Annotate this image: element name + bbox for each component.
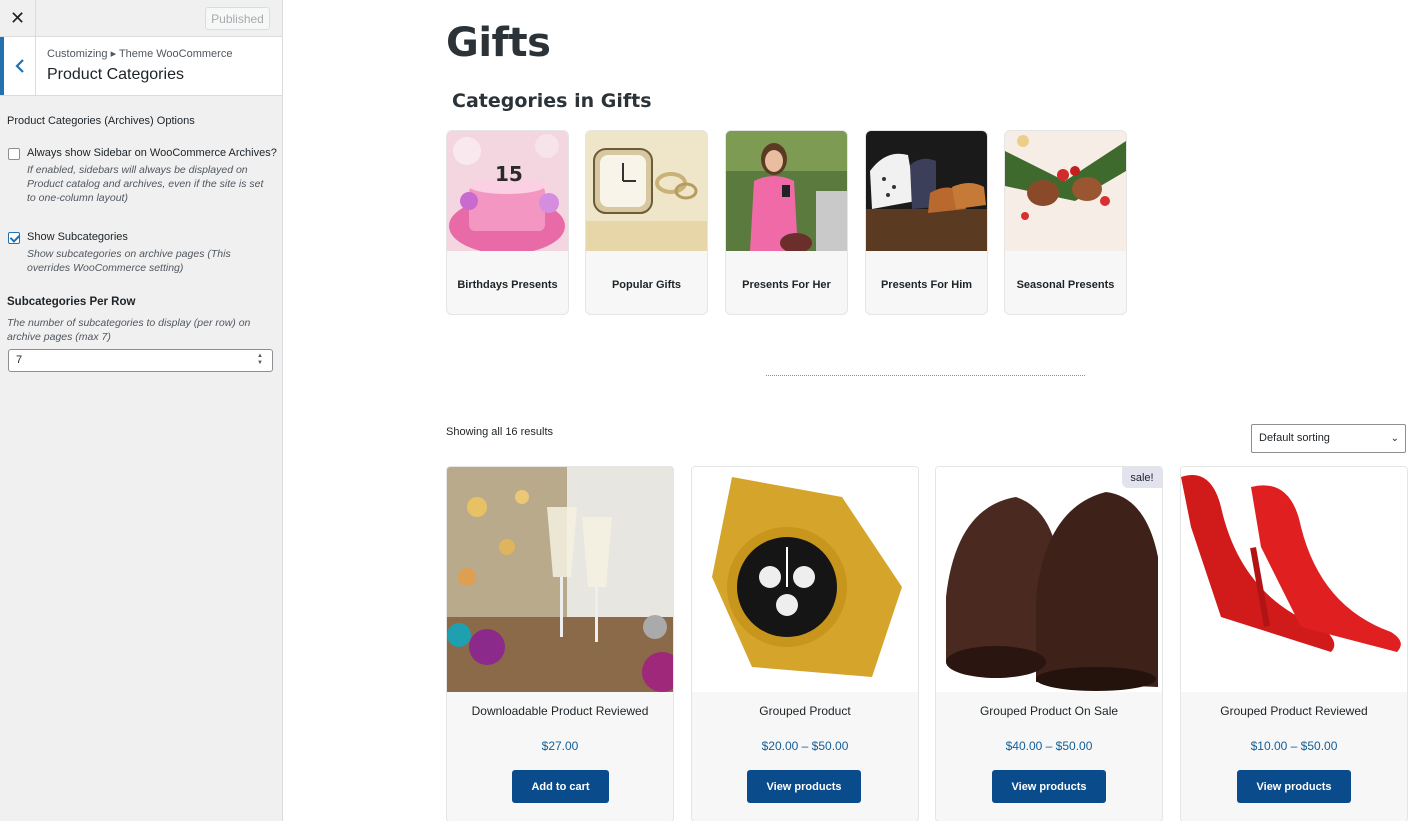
back-button[interactable] <box>0 37 36 95</box>
product-card[interactable]: sale! Grouped Product On Sale $40.00 – $… <box>935 466 1163 821</box>
categories-heading: Categories in Gifts <box>452 90 652 112</box>
product-price: $20.00 – $50.00 <box>761 739 849 753</box>
product-name[interactable]: Downloadable Product Reviewed <box>447 704 673 718</box>
shirts-and-shoes-image <box>866 131 987 251</box>
category-label: Presents For Her <box>742 279 831 291</box>
always-show-sidebar-label: Always show Sidebar on WooCommerce Archi… <box>27 147 277 159</box>
breadcrumb: Customizing ▸ Theme WooCommerce <box>47 48 233 60</box>
sale-badge: sale! <box>1122 467 1162 488</box>
subcategories-per-row-label: Subcategories Per Row <box>7 296 136 308</box>
category-card-presents-for-her[interactable]: Presents For Her <box>725 130 848 315</box>
show-subcategories-description: Show subcategories on archive pages (Thi… <box>27 248 231 274</box>
subcategories-per-row-value: 7 <box>16 354 23 366</box>
product-card[interactable]: Grouped Product $20.00 – $50.00 View pro… <box>691 466 919 821</box>
section-divider <box>766 375 1085 376</box>
category-label: Seasonal Presents <box>1016 279 1115 291</box>
gold-watch-image <box>692 467 918 692</box>
product-price: $10.00 – $50.00 <box>1250 739 1338 753</box>
results-count: Showing all 16 results <box>446 426 554 438</box>
product-name[interactable]: Grouped Product On Sale <box>936 704 1162 718</box>
category-label: Presents For Him <box>880 279 973 291</box>
sort-select[interactable]: Default sorting ⌄ <box>1251 424 1406 453</box>
options-heading: Product Categories (Archives) Options <box>7 115 195 127</box>
product-price: $27.00 <box>541 739 579 753</box>
view-products-button[interactable]: View products <box>1237 770 1351 803</box>
section-title: Product Categories <box>47 66 184 83</box>
close-customizer-button[interactable]: ✕ <box>0 0 36 37</box>
add-to-cart-button[interactable]: Add to cart <box>512 770 609 803</box>
watch-and-rings-image <box>586 131 707 251</box>
woman-with-phone-image <box>726 131 847 253</box>
always-show-sidebar-checkbox[interactable] <box>8 148 20 160</box>
category-label: Popular Gifts <box>611 279 682 291</box>
champagne-glasses-image <box>447 467 673 692</box>
page-title: Gifts <box>446 20 551 66</box>
customizer-sidebar: ✕ Published Customizing ▸ Theme WooComme… <box>0 0 283 821</box>
category-card-presents-for-him[interactable]: Presents For Him <box>865 130 988 315</box>
view-products-button[interactable]: View products <box>747 770 861 803</box>
category-card-popular-gifts[interactable]: Popular Gifts <box>585 130 708 315</box>
product-card[interactable]: Grouped Product Reviewed $10.00 – $50.00… <box>1180 466 1408 821</box>
close-icon: ✕ <box>9 8 26 28</box>
svg-text:15: 15 <box>495 162 523 186</box>
product-name[interactable]: Grouped Product <box>692 704 918 718</box>
published-button[interactable]: Published <box>205 7 270 30</box>
category-label: Birthdays Presents <box>457 279 558 291</box>
show-subcategories-checkbox[interactable] <box>8 232 20 244</box>
customizer-topbar: ✕ Published <box>0 0 282 37</box>
view-products-button[interactable]: View products <box>992 770 1106 803</box>
always-show-sidebar-description: If enabled, sidebars will always be disp… <box>27 164 264 204</box>
christmas-ornaments-image <box>1005 131 1126 251</box>
subcategories-per-row-input[interactable]: 7 ▲ ▼ <box>8 349 273 372</box>
product-name[interactable]: Grouped Product Reviewed <box>1181 704 1407 718</box>
category-card-birthdays[interactable]: 15 Birthdays Presents <box>446 130 569 315</box>
product-price: $40.00 – $50.00 <box>1005 739 1093 753</box>
birthday-cake-image: 15 <box>447 131 568 254</box>
show-subcategories-label: Show Subcategories <box>27 231 128 243</box>
number-stepper[interactable]: ▲ ▼ <box>255 353 265 368</box>
chevron-left-icon <box>14 59 24 73</box>
subcategories-per-row-description: The number of subcategories to display (… <box>7 317 251 343</box>
chevron-down-icon: ⌄ <box>1390 433 1399 444</box>
category-card-seasonal[interactable]: Seasonal Presents <box>1004 130 1127 315</box>
product-card[interactable]: Downloadable Product Reviewed $27.00 Add… <box>446 466 674 821</box>
section-header: Customizing ▸ Theme WooCommerce Product … <box>0 37 282 96</box>
brown-shoes-image <box>936 467 1162 692</box>
red-heels-image <box>1181 467 1407 692</box>
sort-selected-value: Default sorting <box>1259 432 1330 444</box>
